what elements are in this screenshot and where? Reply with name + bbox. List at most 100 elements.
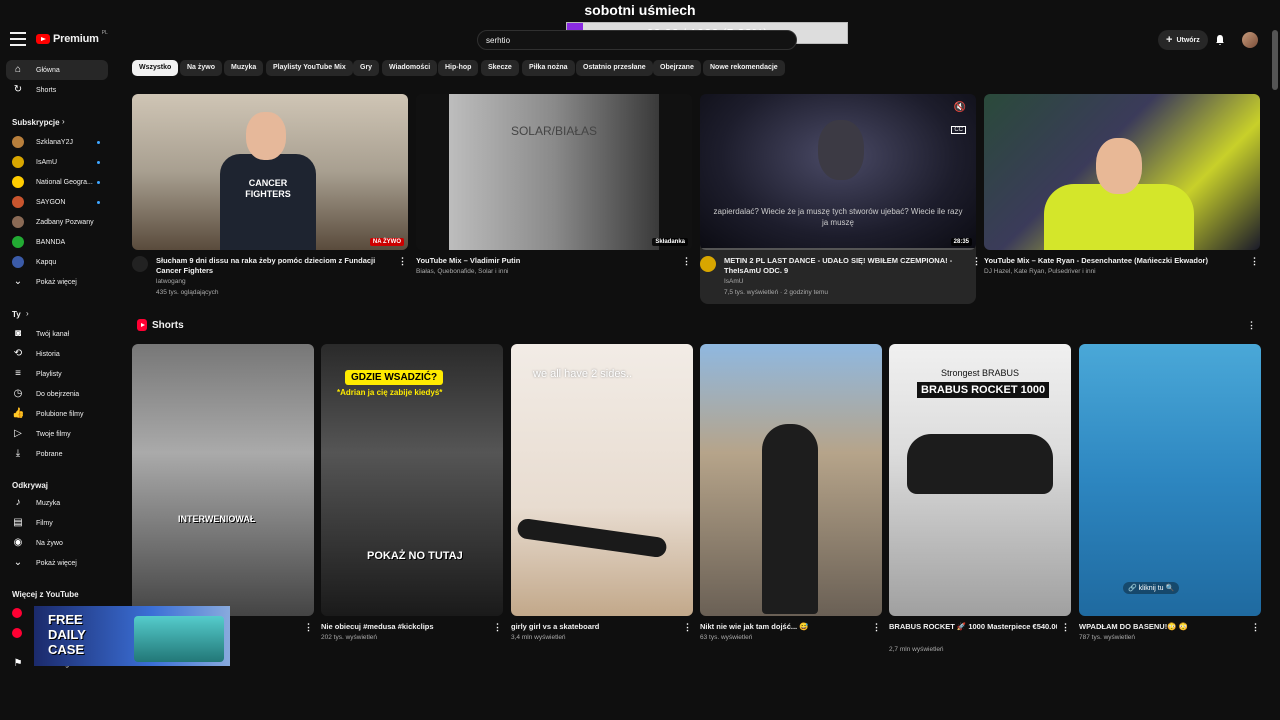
chip-0[interactable]: Wszystko [132,60,179,76]
bell-icon[interactable] [1214,34,1226,46]
sidebar-item-g-wna[interactable]: ⌂ Główna [6,60,108,80]
more-options-icon[interactable]: ⋮ [493,622,502,633]
chip-6[interactable]: Hip-hop [438,60,479,76]
sidebar-item-label: Pobrane [36,450,63,458]
chip-3[interactable]: Playlisty YouTube Mix [266,60,353,76]
sidebar-item-label: BANNDA [36,238,66,246]
subscriptions-heading[interactable]: Subskrypcje [12,118,60,127]
more-options-icon[interactable]: ⋮ [872,622,881,633]
sidebar-item-pobrane[interactable]: ⤓ Pobrane [6,444,108,464]
sidebar-item-poka-wi-cej[interactable]: ⌄ Pokaż więcej [6,272,108,292]
chip-2[interactable]: Muzyka [224,60,264,76]
chip-10[interactable]: Obejrzane [653,60,701,76]
video-title[interactable]: YouTube Mix – Vladimir Putin [416,256,652,266]
you-heading[interactable]: Ty [12,310,21,319]
sidebar-item-label: Do obejrzenia [36,390,80,398]
sidebar-sub-item[interactable]: SzklanaY2J [6,132,108,152]
video-badge: 28:35 [950,238,972,246]
short-thumbnail[interactable]: INTERWENIOWAŁ [132,344,314,616]
create-label: Utwórz [1176,36,1200,44]
short-thumbnail[interactable]: Strongest BRABUS BRABUS ROCKET 1000 [889,344,1071,616]
video-channel[interactable]: DJ Hazel, Kate Ryan, Pulsedriver i inni [984,268,1096,275]
video-card[interactable]: SOLAR/BIAŁAS Składanka YouTube Mix – Vladi… [416,94,692,304]
more-options-icon[interactable]: ⋮ [682,256,691,267]
short-title[interactable]: Nikt nie wie jak tam dojść... 😅 [700,622,868,631]
sidebar-sub-item[interactable]: National Geogra... [6,172,108,192]
chevron-down-icon: ⌄ [13,557,23,568]
channel-avatar[interactable] [132,256,148,272]
video-thumbnail[interactable]: SOLAR/BIAŁAS Składanka [416,94,692,250]
account-avatar[interactable] [1242,32,1258,48]
sidebar-item-filmy[interactable]: ▤ Filmy [6,513,108,533]
video-thumbnail[interactable] [984,94,1260,250]
sidebar-item-muzyka[interactable]: ♪ Muzyka [6,493,108,513]
sidebar-item-na-ywo[interactable]: ◉ Na żywo [6,533,108,553]
video-thumbnail[interactable]: zapierdalać? Wiecie że ja muszę tych stw… [700,94,976,250]
sidebar-item-poka-wi-cej[interactable]: ⌄ Pokaż więcej [6,553,108,573]
mute-icon[interactable]: 🔇 [954,102,966,113]
chip-4[interactable]: Gry [353,60,380,76]
more-options-icon[interactable]: ⋮ [683,622,692,633]
video-card[interactable]: YouTube Mix – Kate Ryan - Desenchantee (… [984,94,1260,304]
sidebar-item-historia[interactable]: ⟲ Historia [6,344,108,364]
sidebar-sub-item[interactable]: IsAmU [6,152,108,172]
video-card[interactable]: zapierdalać? Wiecie że ja muszę tych stw… [700,94,981,304]
more-options-icon[interactable]: ⋮ [1250,256,1259,267]
shorts-title: Shorts [152,319,184,331]
youtube-play-icon [36,34,50,44]
short-thumbnail[interactable]: we all have 2 sides.. [511,344,693,616]
search-input[interactable]: serhtio [477,30,797,50]
shorts-icon [137,319,147,331]
sidebar-sub-item[interactable]: Kapqu [6,252,108,272]
scrollbar[interactable] [1272,30,1278,90]
create-button[interactable]: + Utwórz [1158,30,1208,50]
video-title[interactable]: Słucham 9 dni dissu na raka żeby pomóc d… [156,256,392,276]
more-options-icon[interactable]: ⋮ [304,622,313,633]
sidebar-item-shorts[interactable]: ↻ Shorts [6,80,108,100]
more-options-icon[interactable]: ⋮ [1061,622,1070,633]
short-title[interactable]: WPADŁAM DO BASENU!😳 😳 [1079,622,1247,631]
short-title[interactable]: girly girl vs a skateboard [511,622,679,631]
short-thumbnail[interactable]: 🔗 kliknij tu 🔍 [1079,344,1261,616]
short-thumbnail[interactable] [700,344,882,616]
sidebar-item-playlisty[interactable]: ≡ Playlisty [6,364,108,384]
youtube-premium-icon[interactable] [12,608,22,618]
sidebar-sub-item[interactable]: SAYGON [6,192,108,212]
video-title[interactable]: YouTube Mix – Kate Ryan - Desenchantee (… [984,256,1220,266]
short-thumbnail[interactable]: GDZIE WSADZIĆ? *Adrian ja cię zabije kied… [321,344,503,616]
youtube-logo[interactable]: Premium PL [36,30,108,45]
shorts-more-icon[interactable]: ⋮ [1247,320,1256,331]
ad-truck-image [134,616,224,662]
sidebar-item-twoje-filmy[interactable]: ▷ Twoje filmy [6,424,108,444]
person-head [246,112,286,160]
video-thumbnail[interactable]: CANCER FIGHTERS NA ŻYWO [132,94,408,250]
channel-avatar [12,256,24,268]
sidebar-item-polubione-filmy[interactable]: 👍 Polubione filmy [6,404,108,424]
chip-11[interactable]: Nowe rekomendacje [703,60,785,76]
sidebar-sub-item[interactable]: BANNDA [6,232,108,252]
video-channel[interactable]: IsAmU [724,278,744,285]
video-title[interactable]: METIN 2 PL LAST DANCE - UDAŁO SIĘ! WBIŁE… [724,256,960,276]
video-channel[interactable]: latwogang [156,278,186,285]
chip-5[interactable]: Wiadomości [382,60,438,76]
youtube-music-icon[interactable] [12,628,22,638]
ad-banner[interactable]: FREE DAILY CASE [34,606,230,666]
chip-9[interactable]: Ostatnio przesłane [576,60,653,76]
more-options-icon[interactable]: ⋮ [972,256,981,267]
short-title[interactable]: BRABUS ROCKET 🚀 1000 Masterpiece €540.00… [889,622,1057,631]
more-options-icon[interactable]: ⋮ [398,256,407,267]
sidebar-item-tw-j-kana-[interactable]: ◙ Twój kanał [6,324,108,344]
sidebar-item-do-obejrzenia[interactable]: ◷ Do obejrzenia [6,384,108,404]
short-title[interactable]: Nie obiecuj #medusa #kickclips [321,622,489,631]
chip-1[interactable]: Na żywo [180,60,223,76]
sidebar-sub-item[interactable]: Zadbany Pozwany [6,212,108,232]
channel-avatar[interactable] [700,256,716,272]
menu-icon[interactable] [10,32,26,46]
more-options-icon[interactable]: ⋮ [1251,622,1260,633]
captions-icon[interactable]: CC [951,126,966,134]
video-card[interactable]: CANCER FIGHTERS NA ŻYWO Słucham 9 dni diss… [132,94,408,304]
chip-7[interactable]: Skecze [481,60,519,76]
video-channel[interactable]: Białas, Quebonafide, Solar i inni [416,268,509,275]
short-caption: Strongest BRABUS [941,368,1020,378]
chip-8[interactable]: Piłka nożna [522,60,575,76]
